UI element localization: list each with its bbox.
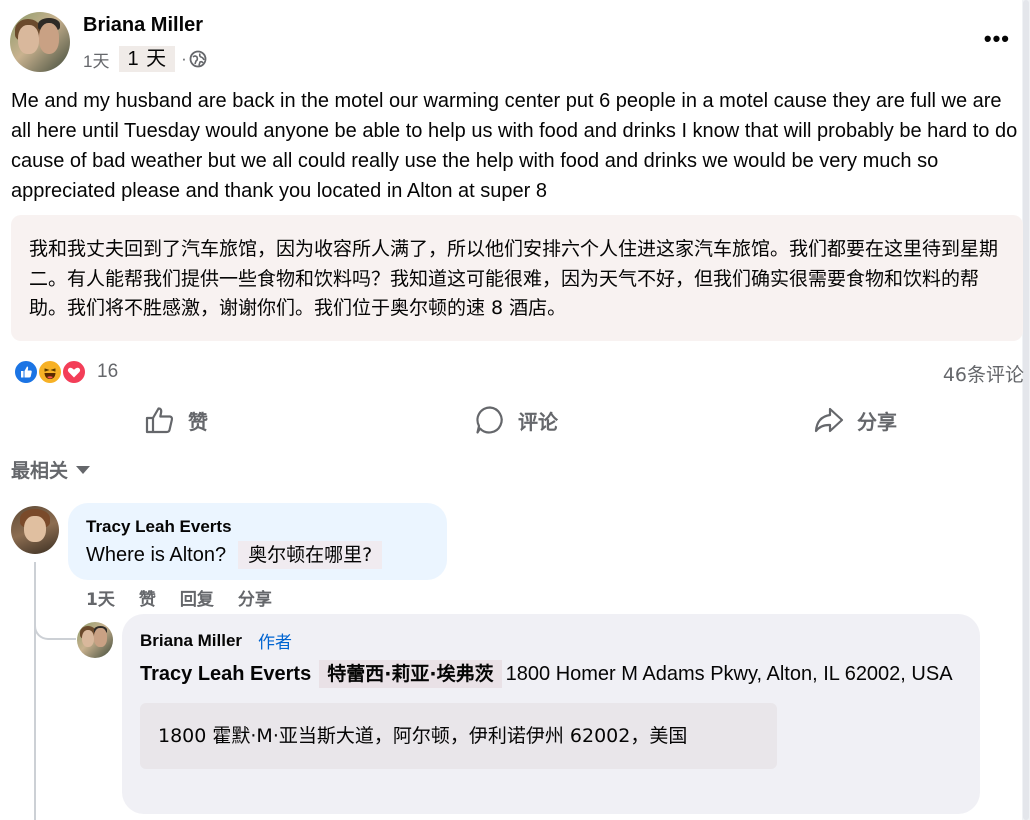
post-body: Me and my husband are back in the motel …	[11, 90, 1018, 202]
thumbs-up-icon	[145, 407, 174, 434]
reply-mention-translation: 特蕾西·莉亚·埃弗茨	[319, 660, 502, 688]
caret-down-icon	[76, 465, 91, 474]
reply-mention[interactable]: Tracy Leah Everts	[140, 663, 311, 685]
comment-label: 评论	[518, 409, 558, 434]
reply-author-avatar[interactable]	[77, 622, 113, 658]
post-author-name[interactable]: Briana Miller	[83, 14, 203, 37]
comment-reply-button[interactable]: 回复	[180, 585, 214, 610]
like-icon	[13, 359, 39, 385]
like-label: 赞	[188, 409, 208, 434]
commenter-avatar[interactable]	[11, 506, 59, 554]
share-button[interactable]: 分享	[813, 398, 897, 442]
more-options-icon[interactable]: •••	[984, 26, 1010, 52]
author-avatar[interactable]	[10, 12, 70, 72]
reply-address: 1800 Homer M Adams Pkwy, Alton, IL 62002…	[505, 663, 953, 685]
comment-actions: 1天 赞 回复 分享	[86, 585, 296, 610]
comment-button[interactable]: 评论	[474, 398, 558, 442]
post-time[interactable]: 1天	[83, 47, 109, 72]
post-meta: 1天 1 天 ·	[83, 46, 207, 72]
post-header: Briana Miller 1天 1 天 · •••	[10, 12, 1020, 74]
share-label: 分享	[857, 409, 897, 434]
reply-bubble: Briana Miller 作者 Tracy Leah Everts 特蕾西·莉亚…	[122, 614, 980, 814]
comment-count[interactable]: 46条评论	[943, 360, 1024, 387]
author-badge: 作者	[258, 633, 293, 653]
like-button[interactable]: 赞	[144, 398, 208, 442]
reply-header: Briana Miller 作者	[140, 628, 962, 654]
comment-share-button[interactable]: 分享	[238, 585, 272, 610]
reply-text: Tracy Leah Everts 特蕾西·莉亚·埃弗茨 1800 Homer M …	[140, 659, 962, 689]
haha-icon	[37, 359, 63, 385]
comment-bubble-icon	[476, 406, 503, 434]
reply-translation: 1800 霍默·M·亚当斯大道，阿尔顿，伊利诺伊州 62002，美国	[140, 703, 777, 769]
share-arrow-icon	[814, 407, 844, 433]
comment-text: Where is Alton?	[86, 543, 227, 566]
comment-author-name[interactable]: Tracy Leah Everts	[86, 517, 429, 537]
comment-translation: 奥尔顿在哪里?	[238, 541, 383, 569]
comment-bubble: Tracy Leah Everts Where is Alton? 奥尔顿在哪里…	[68, 503, 447, 580]
meta-separator: ·	[181, 49, 187, 68]
reply-author-name[interactable]: Briana Miller	[140, 631, 242, 651]
comment-like-button[interactable]: 赞	[139, 585, 156, 610]
sort-label: 最相关	[11, 460, 69, 482]
post-actions: 赞 评论 分享	[0, 398, 1030, 442]
comment-sort-dropdown[interactable]: 最相关	[11, 456, 91, 483]
post-translation: 我和我丈夫回到了汽车旅馆，因为收容所人满了，所以他们安排六个人住进这家汽车旅馆。…	[11, 215, 1023, 341]
thread-branch-line	[34, 600, 76, 640]
comment-time[interactable]: 1天	[86, 585, 115, 610]
comment-text-row: Where is Alton? 奥尔顿在哪里?	[86, 541, 429, 569]
globe-icon[interactable]	[189, 50, 207, 68]
reaction-count: 16	[97, 361, 119, 382]
reactions-summary[interactable]: 16	[13, 358, 118, 386]
post-time-translation: 1 天	[119, 46, 176, 72]
love-icon	[61, 359, 87, 385]
